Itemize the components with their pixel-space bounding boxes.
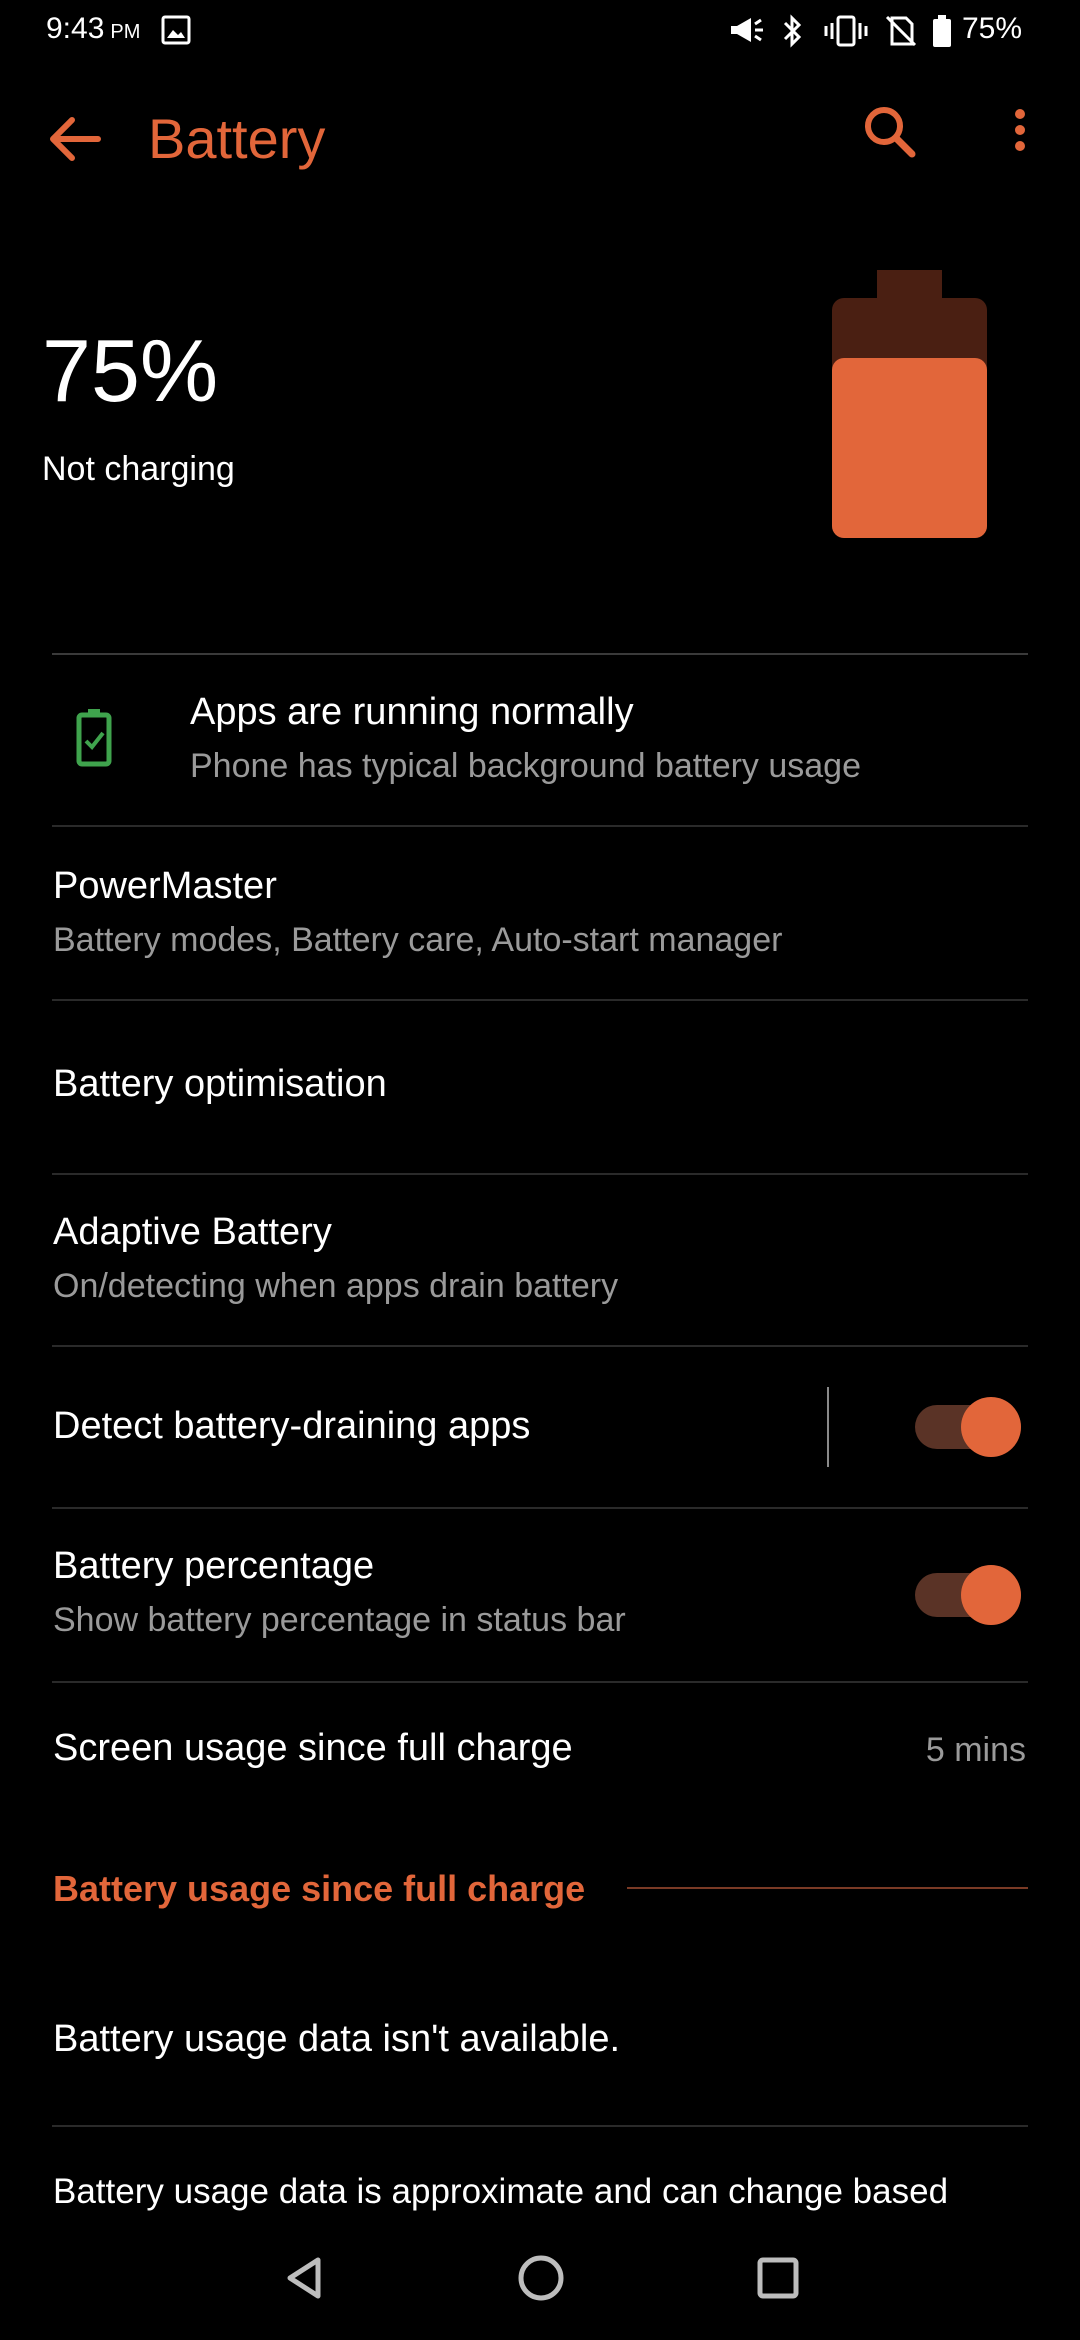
apps-status-subtitle: Phone has typical background battery usa…	[190, 747, 862, 785]
bluetooth-icon	[783, 14, 802, 48]
status-ampm: PM	[110, 21, 141, 43]
battery-icon	[933, 15, 951, 47]
adaptive-battery-title: Adaptive Battery	[53, 1211, 332, 1253]
battery-percentage-subtitle: Show battery percentage in status bar	[53, 1601, 626, 1639]
powermaster-title: PowerMaster	[53, 865, 277, 907]
battery-percentage-title: Battery percentage	[53, 1545, 375, 1587]
more-options-icon[interactable]	[1000, 98, 1040, 168]
adaptive-battery-subtitle: On/detecting when apps drain battery	[53, 1267, 619, 1305]
charging-status: Not charging	[42, 450, 235, 488]
detect-draining-apps-title: Detect battery-draining apps	[53, 1405, 531, 1447]
detect-draining-apps-row[interactable]: Detect battery-draining apps	[0, 1347, 1080, 1507]
screen-usage-title: Screen usage since full charge	[53, 1727, 573, 1769]
powermaster-subtitle: Battery modes, Battery care, Auto-start …	[53, 921, 783, 959]
screen-usage-value: 5 mins	[925, 1731, 1026, 1769]
section-header-line	[627, 1887, 1028, 1889]
navigation-bar	[0, 2220, 1080, 2340]
divider	[52, 2125, 1028, 2127]
battery-fill	[832, 358, 987, 538]
battery-percentage-row[interactable]: Battery percentage Show battery percenta…	[0, 1509, 1080, 1681]
recents-square-icon[interactable]	[750, 2250, 806, 2306]
home-circle-icon[interactable]	[513, 2250, 569, 2306]
usage-disclaimer-text: Battery usage data is approximate and ca…	[53, 2172, 949, 2211]
adaptive-battery-row[interactable]: Adaptive Battery On/detecting when apps …	[0, 1175, 1080, 1345]
battery-optimisation-title: Battery optimisation	[53, 1063, 387, 1105]
back-triangle-icon[interactable]	[278, 2252, 330, 2304]
detect-draining-apps-toggle[interactable]	[915, 1395, 1021, 1457]
back-arrow-icon[interactable]	[40, 104, 110, 174]
vertical-separator	[827, 1387, 829, 1467]
battery-percent: 75%	[42, 321, 219, 420]
toggle-thumb	[961, 1565, 1021, 1625]
gallery-icon	[161, 15, 191, 45]
apps-status-row[interactable]: Apps are running normally Phone has typi…	[0, 655, 1080, 825]
battery-optimisation-row[interactable]: Battery optimisation	[0, 1001, 1080, 1173]
app-bar: Battery	[0, 64, 1080, 214]
battery-level-icon	[832, 270, 987, 538]
megaphone-icon	[731, 18, 763, 42]
apps-status-title: Apps are running normally	[190, 691, 634, 733]
toggle-thumb	[961, 1397, 1021, 1457]
no-sim-icon	[885, 15, 917, 47]
usage-unavailable-text: Battery usage data isn't available.	[53, 2018, 621, 2060]
section-header: Battery usage since full charge	[53, 1868, 586, 1909]
battery-percentage-toggle[interactable]	[915, 1563, 1021, 1625]
page-title: Battery	[148, 107, 326, 170]
powermaster-row[interactable]: PowerMaster Battery modes, Battery care,…	[0, 827, 1080, 999]
status-bar: 9:43 PM 75%	[0, 0, 1080, 64]
search-icon[interactable]	[856, 98, 926, 168]
status-time: 9:43 PM	[46, 12, 141, 45]
vibrate-icon	[824, 15, 868, 47]
status-battery-percent: 75%	[961, 12, 1022, 45]
screen-usage-row: Screen usage since full charge 5 mins	[0, 1683, 1080, 1823]
battery-check-icon	[76, 709, 112, 767]
